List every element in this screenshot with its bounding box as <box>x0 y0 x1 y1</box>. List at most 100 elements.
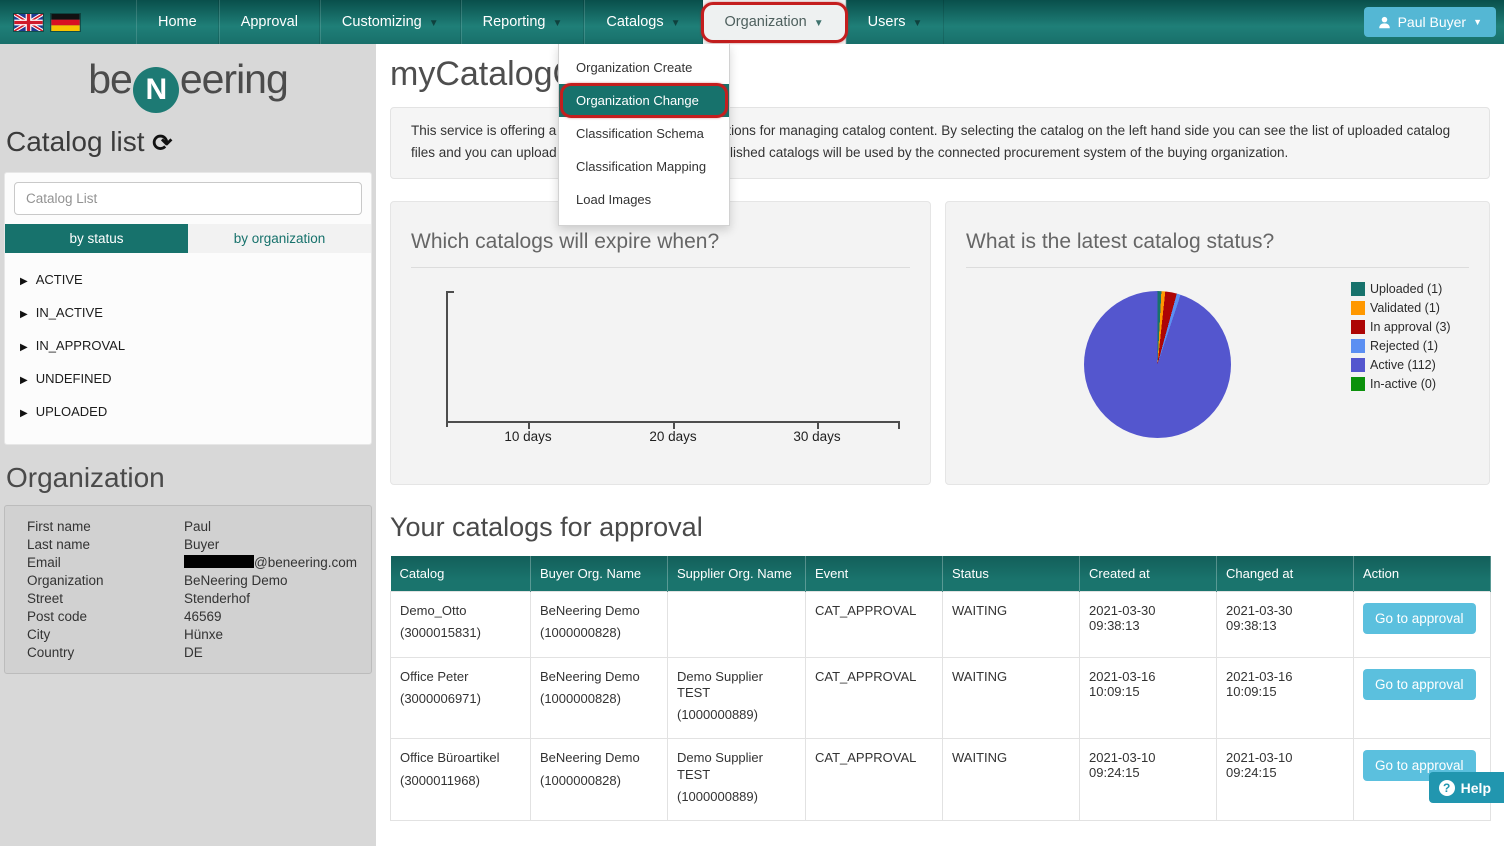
x-tick-label: 30 days <box>793 429 840 444</box>
org-detail-row: Country DE <box>5 643 371 661</box>
legend-label: In approval (3) <box>1370 320 1451 334</box>
nav-item-approval[interactable]: Approval <box>219 0 320 44</box>
user-menu-button[interactable]: Paul Buyer ▼ <box>1364 7 1496 37</box>
tree-item-active[interactable]: ▶ACTIVE <box>5 263 371 296</box>
caret-right-icon: ▶ <box>20 309 28 320</box>
org-detail-row: Organization BeNeering Demo <box>5 571 371 589</box>
nav-item-organization[interactable]: Organization ▼ <box>703 0 846 44</box>
redacted-text <box>184 555 254 568</box>
x-axis-tick <box>817 421 819 429</box>
nav-label: Catalogs <box>606 14 663 30</box>
main-content: myCatalogCloud This service is offering … <box>376 44 1504 846</box>
table-row: Office Peter(3000006971) BeNeering Demo(… <box>391 657 1491 739</box>
legend-label: Active (112) <box>1370 358 1436 372</box>
tree-item-undefined[interactable]: ▶UNDEFINED <box>5 362 371 395</box>
nav-label: Customizing <box>342 14 422 30</box>
go-to-approval-button[interactable]: Go to approval <box>1363 603 1476 634</box>
sidebar: beNeering Catalog list ⟳ by status by or… <box>0 44 376 846</box>
nav-item-users[interactable]: Users ▼ <box>846 0 945 44</box>
column-header: Event <box>806 556 943 592</box>
org-detail-row: Street Stenderhof <box>5 589 371 607</box>
approval-table: Catalog Buyer Org. Name Supplier Org. Na… <box>390 556 1491 821</box>
x-axis-end-tick <box>898 421 900 429</box>
nav-item-catalogs[interactable]: Catalogs ▼ <box>584 0 702 44</box>
organization-dropdown-menu: Organization Create Organization Change … <box>558 44 730 226</box>
column-header: Created at <box>1080 556 1217 592</box>
y-axis <box>446 291 448 427</box>
dashboard-charts: Which catalogs will expire when? 10 days… <box>390 201 1490 485</box>
legend-swatch <box>1351 282 1365 296</box>
legend-label: Rejected (1) <box>1370 339 1438 353</box>
chevron-down-icon: ▼ <box>429 18 439 29</box>
legend-item: In approval (3) <box>1351 320 1451 334</box>
org-detail-row: Last name Buyer <box>5 535 371 553</box>
catalog-search-input[interactable] <box>14 182 362 215</box>
menu-item-load-images[interactable]: Load Images <box>559 183 729 216</box>
menu-item-classification-mapping[interactable]: Classification Mapping <box>559 150 729 183</box>
legend-item: Active (112) <box>1351 358 1451 372</box>
help-label: Help <box>1461 780 1491 796</box>
status-chart-title: What is the latest catalog status? <box>966 230 1469 268</box>
column-header: Catalog <box>391 556 531 592</box>
menu-item-organization-create[interactable]: Organization Create <box>559 51 729 84</box>
column-header: Status <box>943 556 1080 592</box>
menu-item-organization-change[interactable]: Organization Change <box>559 84 729 117</box>
flag-uk-icon[interactable] <box>14 14 43 31</box>
tab-by-status[interactable]: by status <box>5 224 188 253</box>
legend-swatch <box>1351 358 1365 372</box>
nav-item-reporting[interactable]: Reporting ▼ <box>461 0 585 44</box>
page-title: myCatalogCloud <box>390 55 1490 94</box>
x-tick-label: 20 days <box>649 429 696 444</box>
x-axis-tick <box>528 421 530 429</box>
question-icon: ? <box>1439 780 1455 796</box>
tab-by-organization[interactable]: by organization <box>188 224 371 253</box>
legend-item: Validated (1) <box>1351 301 1451 315</box>
column-header: Buyer Org. Name <box>531 556 668 592</box>
nav-label: Approval <box>241 14 298 30</box>
org-detail-row: First name Paul <box>5 517 371 535</box>
tree-item-in-approval[interactable]: ▶IN_APPROVAL <box>5 329 371 362</box>
table-header-row: Catalog Buyer Org. Name Supplier Org. Na… <box>391 556 1491 592</box>
table-row: Demo_Otto(3000015831) BeNeering Demo(100… <box>391 592 1491 658</box>
chevron-down-icon: ▼ <box>552 18 562 29</box>
legend-item: Uploaded (1) <box>1351 282 1451 296</box>
nav-item-customizing[interactable]: Customizing ▼ <box>320 0 461 44</box>
refresh-icon[interactable]: ⟳ <box>152 130 172 157</box>
status-chart-panel: What is the latest catalog status? Uploa… <box>945 201 1490 485</box>
x-axis-tick <box>673 421 675 429</box>
table-row: Office Büroartikel(3000011968) BeNeering… <box>391 739 1491 821</box>
chevron-down-icon: ▼ <box>814 18 824 29</box>
language-switcher <box>0 0 96 44</box>
menu-item-classification-schema[interactable]: Classification Schema <box>559 117 729 150</box>
logo-text: eering <box>180 56 288 102</box>
menu-item-label: Organization Change <box>576 93 699 108</box>
chevron-down-icon: ▼ <box>671 18 681 29</box>
intro-panel: This service is offering a platform for … <box>390 107 1490 179</box>
nav-label: Users <box>868 14 906 30</box>
help-button[interactable]: ? Help <box>1429 772 1504 803</box>
main-nav: Home Approval Customizing ▼ Reporting ▼ … <box>136 0 944 44</box>
nav-label: Home <box>158 14 197 30</box>
go-to-approval-button[interactable]: Go to approval <box>1363 669 1476 700</box>
logo-text: be <box>88 56 132 102</box>
legend-label: Validated (1) <box>1370 301 1440 315</box>
flag-de-icon[interactable] <box>51 14 80 31</box>
approval-table-title: Your catalogs for approval <box>390 512 1490 543</box>
catalog-list-tabs: by status by organization <box>5 224 371 253</box>
legend-swatch <box>1351 339 1365 353</box>
pie-chart <box>1084 291 1231 438</box>
chevron-down-icon: ▼ <box>913 18 923 29</box>
legend-item: Rejected (1) <box>1351 339 1451 353</box>
chevron-down-icon: ▼ <box>1473 17 1482 27</box>
caret-right-icon: ▶ <box>20 276 28 287</box>
expire-chart-panel: Which catalogs will expire when? 10 days… <box>390 201 931 485</box>
tree-item-in-active[interactable]: ▶IN_ACTIVE <box>5 296 371 329</box>
legend-label: Uploaded (1) <box>1370 282 1442 296</box>
caret-right-icon: ▶ <box>20 408 28 419</box>
legend-swatch <box>1351 301 1365 315</box>
tree-item-uploaded[interactable]: ▶UPLOADED <box>5 395 371 428</box>
top-navbar: Home Approval Customizing ▼ Reporting ▼ … <box>0 0 1504 44</box>
legend-swatch <box>1351 377 1365 391</box>
nav-item-home[interactable]: Home <box>136 0 219 44</box>
pie-legend: Uploaded (1) Validated (1) In approval (3)… <box>1351 282 1451 396</box>
